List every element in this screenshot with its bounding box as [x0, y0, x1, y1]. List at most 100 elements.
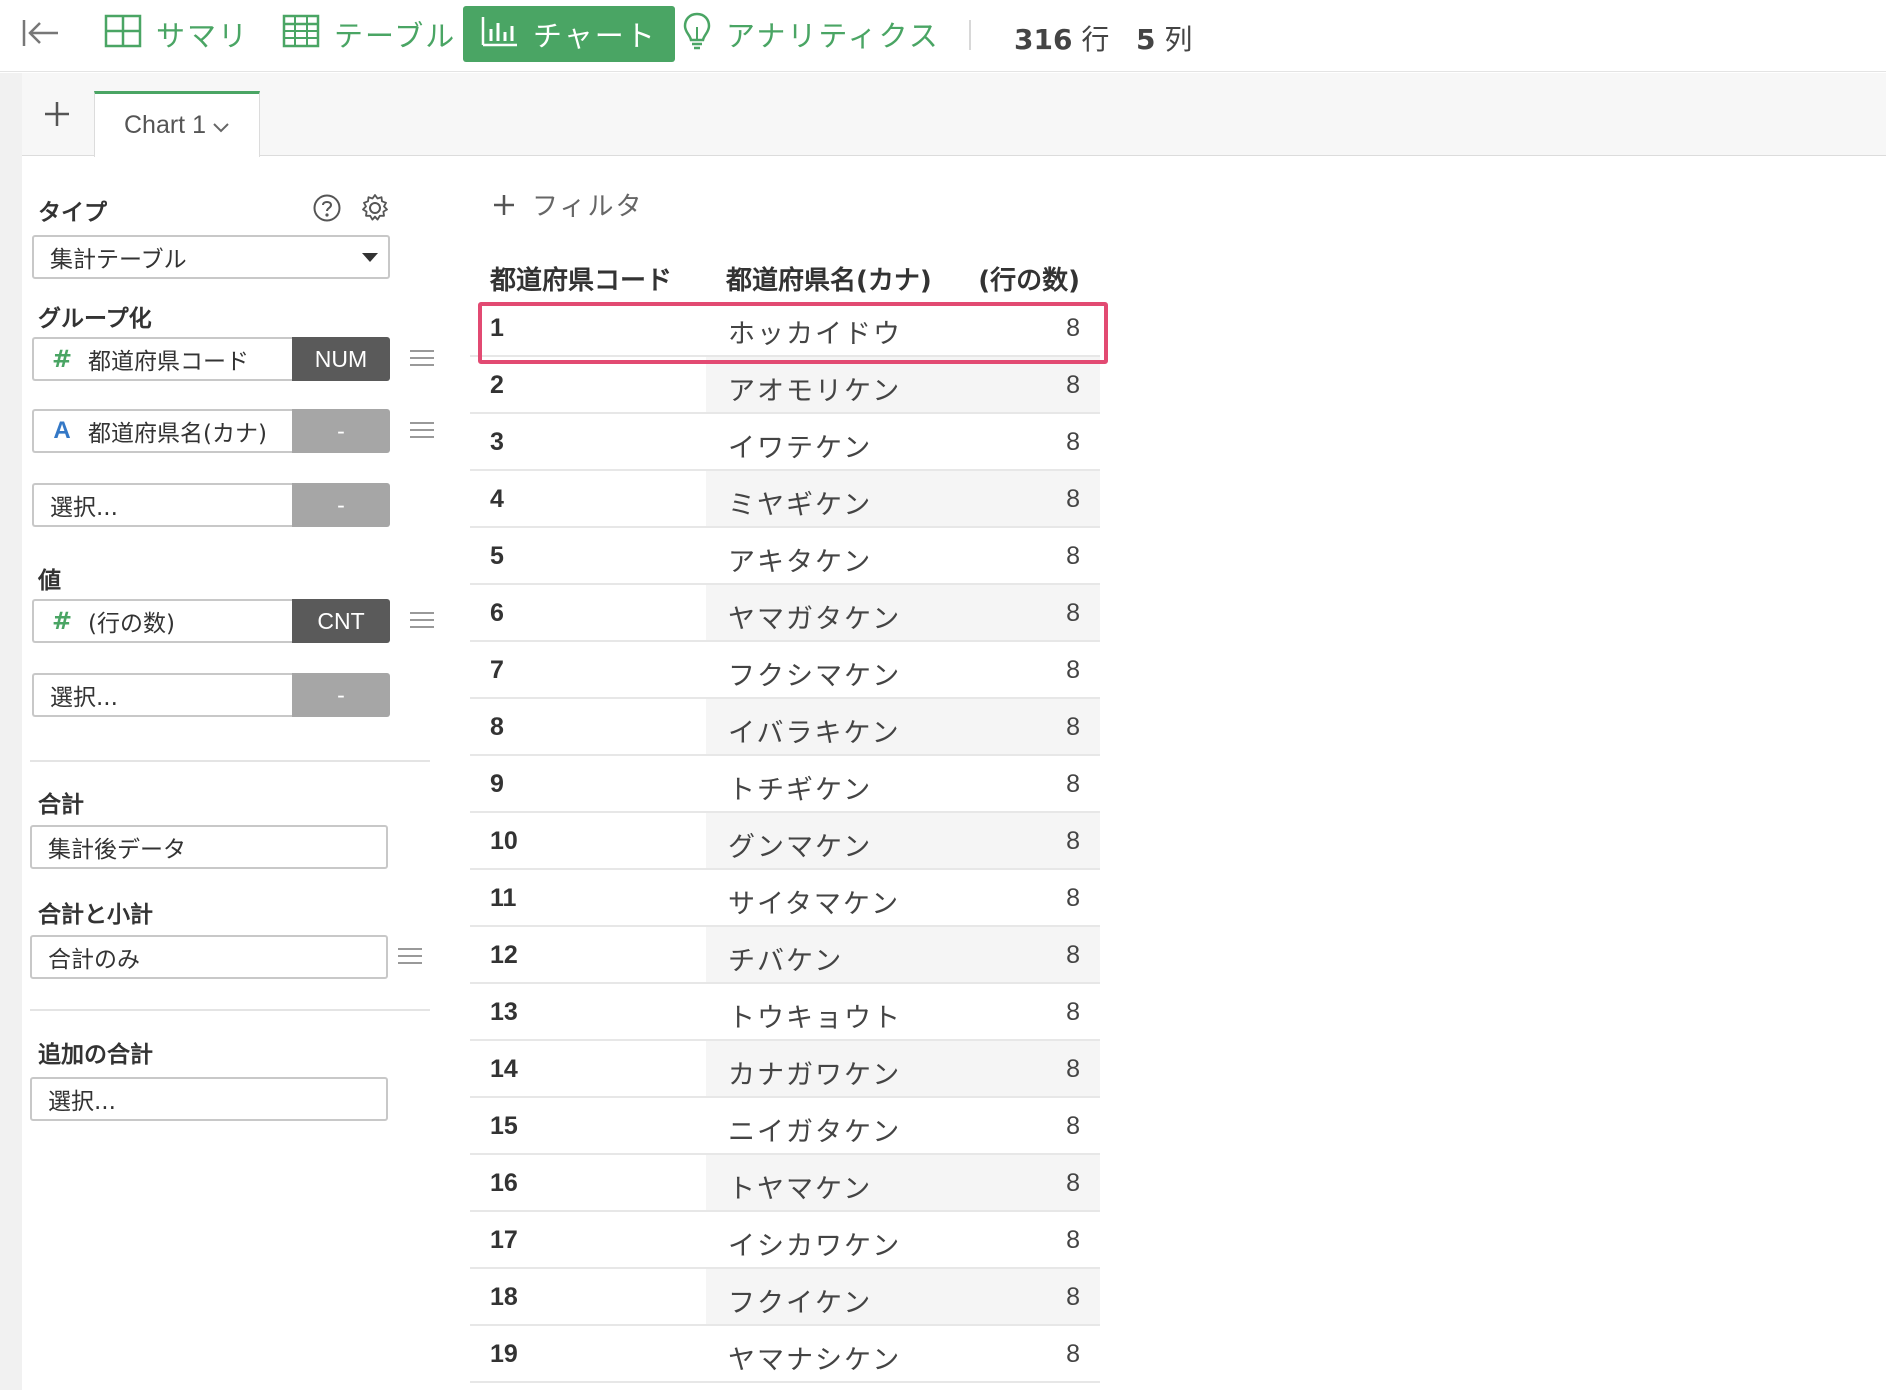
value-field-1-agg-button[interactable]: CNT [292, 599, 390, 643]
table-row: 13 トウキョウト 8 [470, 984, 1100, 1041]
header-prefecture-code[interactable]: 都道府県コード [490, 260, 672, 297]
tab-chart-label: チャート [533, 19, 657, 53]
table-row: 19 ヤマナシケン 8 [470, 1326, 1100, 1383]
group-field-1-name: 都道府県コード [88, 349, 249, 375]
cell-row-count: 8 [1066, 314, 1080, 342]
number-type-icon: # [51, 345, 73, 373]
cell-prefecture-code: 6 [490, 599, 504, 627]
drag-handle-icon[interactable] [410, 350, 434, 370]
group-field-3-select[interactable]: 選択... [32, 483, 292, 527]
top-toolbar: サマリ テーブル チャート アナリティクス 316 行 5 列 [0, 0, 1886, 72]
total-value: 集計後データ [48, 837, 186, 863]
header-prefecture-name-kana[interactable]: 都道府県名(カナ) [726, 260, 932, 297]
cell-row-count: 8 [1066, 1112, 1080, 1140]
cell-prefecture-code: 13 [490, 998, 518, 1026]
group-field-2-agg-button[interactable]: - [292, 409, 390, 453]
add-filter-button[interactable]: フィルタ [492, 186, 643, 223]
value-field-2-name: 選択... [50, 685, 118, 711]
cell-prefecture-name-kana: トチギケン [728, 775, 873, 806]
value-field-2-select[interactable]: 選択... [32, 673, 292, 717]
column-count-value: 5 [1136, 23, 1156, 56]
help-icon[interactable] [312, 193, 342, 227]
table-row: 6 ヤマガタケン 8 [470, 585, 1100, 642]
cell-row-count: 8 [1066, 599, 1080, 627]
extra-total-value: 選択... [48, 1089, 116, 1115]
value-field-1-name: (行の数) [88, 611, 175, 637]
grid-icon [104, 14, 156, 55]
value-field-1: # (行の数) CNT [32, 599, 434, 643]
cell-prefecture-code: 17 [490, 1226, 518, 1254]
group-field-2-select[interactable]: A 都道府県名(カナ) [32, 409, 292, 453]
tab-table[interactable]: テーブル [282, 6, 456, 62]
group-field-3: 選択... - [32, 483, 432, 527]
tab-analytics-label: アナリティクス [726, 19, 940, 53]
table-row: 8 イバラキケン 8 [470, 699, 1100, 756]
drag-handle-icon[interactable] [410, 612, 434, 632]
cell-row-count: 8 [1066, 770, 1080, 798]
number-type-icon: # [51, 607, 73, 635]
table-row: 11 サイタマケン 8 [470, 870, 1100, 927]
cell-row-count: 8 [1066, 371, 1080, 399]
group-field-1: # 都道府県コード NUM [32, 337, 434, 381]
subtotal-select[interactable]: 合計のみ [30, 935, 388, 979]
chart-tab-label: Chart 1 [124, 111, 206, 139]
chart-type-value: 集計テーブル [50, 247, 187, 273]
table-row: 1 ホッカイドウ 8 [470, 300, 1100, 357]
cell-prefecture-code: 9 [490, 770, 504, 798]
cell-row-count: 8 [1066, 542, 1080, 570]
tab-analytics[interactable]: アナリティクス [682, 6, 940, 62]
tab-table-label: テーブル [334, 19, 457, 53]
subtotal-label: 合計と小計 [38, 902, 153, 928]
cell-prefecture-code: 14 [490, 1055, 518, 1083]
plus-icon[interactable] [42, 99, 72, 129]
total-select[interactable]: 集計後データ [30, 825, 388, 869]
cell-prefecture-name-kana: ホッカイドウ [728, 319, 902, 350]
cell-row-count: 8 [1066, 998, 1080, 1026]
drag-handle-icon[interactable] [398, 948, 422, 968]
value-field-2: 選択... - [32, 673, 432, 717]
header-row-count[interactable]: (行の数) [978, 260, 1080, 297]
tab-summary-label: サマリ [156, 19, 250, 53]
group-field-3-name: 選択... [50, 495, 118, 521]
table-row: 16 トヤマケン 8 [470, 1155, 1100, 1212]
cell-prefecture-code: 18 [490, 1283, 518, 1311]
cell-prefecture-code: 15 [490, 1112, 518, 1140]
group-field-1-select[interactable]: # 都道府県コード [32, 337, 292, 381]
collapse-back-icon[interactable] [22, 18, 60, 48]
table-row: 10 グンマケン 8 [470, 813, 1100, 870]
dropdown-caret-icon [362, 253, 378, 262]
group-field-1-agg-button[interactable]: NUM [292, 337, 390, 381]
row-count: 316 行 [1014, 18, 1109, 58]
drag-handle-icon[interactable] [410, 422, 434, 442]
extra-total-label: 追加の合計 [38, 1042, 153, 1068]
group-field-3-agg-button[interactable]: - [292, 483, 390, 527]
cell-prefecture-name-kana: イワテケン [728, 433, 873, 464]
cell-row-count: 8 [1066, 485, 1080, 513]
section-divider [30, 1009, 430, 1011]
value-field-2-agg-button[interactable]: - [292, 673, 390, 717]
table-row: 15 ニイガタケン 8 [470, 1098, 1100, 1155]
lightbulb-icon [682, 11, 726, 58]
cell-prefecture-code: 16 [490, 1169, 518, 1197]
cell-prefecture-name-kana: グンマケン [728, 832, 873, 863]
cell-prefecture-code: 2 [490, 371, 504, 399]
extra-total-select[interactable]: 選択... [30, 1077, 388, 1121]
cell-row-count: 8 [1066, 1169, 1080, 1197]
tab-chart[interactable]: チャート [463, 6, 675, 62]
chart-type-select[interactable]: 集計テーブル [32, 235, 390, 279]
chart-config-panel: タイプ 集計テーブル グループ化 # 都道府県コード NUM A 都道府県名(カ… [22, 157, 442, 1390]
cell-row-count: 8 [1066, 1283, 1080, 1311]
cell-prefecture-name-kana: トウキョウト [728, 1003, 902, 1034]
section-divider [30, 760, 430, 762]
total-label: 合計 [38, 792, 84, 818]
tab-summary[interactable]: サマリ [104, 6, 249, 62]
chevron-down-icon[interactable] [206, 111, 230, 140]
value-label: 値 [38, 568, 61, 594]
type-label: タイプ [38, 200, 107, 226]
bar-chart-icon [481, 15, 533, 54]
chart-tab-current[interactable]: Chart 1 [94, 91, 260, 157]
gear-icon[interactable] [360, 193, 390, 227]
cell-prefecture-name-kana: イバラキケン [728, 718, 901, 749]
value-field-1-select[interactable]: # (行の数) [32, 599, 292, 643]
table-row: 5 アキタケン 8 [470, 528, 1100, 585]
